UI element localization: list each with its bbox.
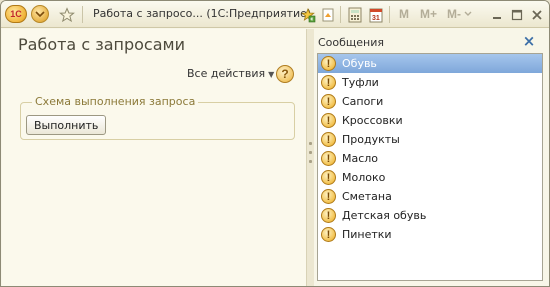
history-button[interactable] <box>319 5 337 24</box>
chevron-down-icon[interactable] <box>464 11 472 17</box>
close-window-button[interactable] <box>529 7 545 22</box>
help-button[interactable]: ? <box>276 65 294 83</box>
message-text: Продукты <box>342 133 400 146</box>
warning-icon: ! <box>321 56 336 71</box>
warning-icon: ! <box>321 170 336 185</box>
warning-icon: ! <box>321 75 336 90</box>
minimize-icon <box>493 16 501 19</box>
warning-icon: ! <box>321 151 336 166</box>
calculator-button[interactable] <box>346 5 364 24</box>
panel-splitter[interactable] <box>306 29 314 286</box>
maximize-icon <box>511 9 523 20</box>
close-icon <box>532 9 542 20</box>
message-item[interactable]: ! Обувь <box>318 54 542 73</box>
message-item[interactable]: ! Кроссовки <box>318 111 542 130</box>
splitter-grip-icon <box>309 142 312 169</box>
favorites-icon <box>301 7 316 22</box>
svg-text:31: 31 <box>372 15 380 22</box>
calendar-button[interactable]: 31 <box>367 5 385 24</box>
title-bar: 1C Работа с запросо... (1С:Предприятие) <box>1 1 549 28</box>
warning-icon: ! <box>321 227 336 242</box>
warning-icon: ! <box>321 94 336 109</box>
form-title: Работа с запросами <box>18 35 185 54</box>
warning-icon: ! <box>321 208 336 223</box>
message-item[interactable]: ! Детская обувь <box>318 206 542 225</box>
calculator-icon <box>348 7 362 22</box>
memory-button-m[interactable]: M <box>399 7 409 21</box>
group-title: Схема выполнения запроса <box>32 95 199 108</box>
window-title: Работа с запросо... (1С:Предприятие) <box>93 7 312 20</box>
toolbar-separator <box>389 6 390 23</box>
form-panel: Работа с запросами Все действия ▼ ? Схема… <box>2 29 306 286</box>
history-icon <box>322 8 334 21</box>
memory-button-m-minus[interactable]: M- <box>447 7 461 21</box>
close-messages-button[interactable]: × <box>520 32 538 50</box>
message-item[interactable]: ! Молоко <box>318 168 542 187</box>
toolbar-separator <box>82 6 83 23</box>
caret-down-icon: ▼ <box>268 70 275 79</box>
toolbar-separator <box>340 6 341 23</box>
message-text: Сметана <box>342 190 392 203</box>
chevron-down-icon <box>35 11 45 18</box>
star-button[interactable] <box>57 5 77 24</box>
all-actions-label: Все действия <box>187 67 266 80</box>
message-text: Детская обувь <box>342 209 427 222</box>
message-text: Молоко <box>342 171 386 184</box>
memory-button-m-plus[interactable]: M+ <box>420 7 437 21</box>
query-schema-group: Схема выполнения запроса Выполнить <box>20 95 295 140</box>
maximize-button[interactable] <box>509 7 525 22</box>
application-window: 1C Работа с запросо... (1С:Предприятие) <box>0 0 550 287</box>
message-item[interactable]: ! Пинетки <box>318 225 542 244</box>
message-item[interactable]: ! Продукты <box>318 130 542 149</box>
message-text: Пинетки <box>342 228 392 241</box>
message-text: Кроссовки <box>342 114 403 127</box>
message-item[interactable]: ! Сметана <box>318 187 542 206</box>
messages-list[interactable]: ! Обувь! Туфли! Сапоги! Кроссовки! Продукты! М… <box>317 53 543 281</box>
message-item[interactable]: ! Туфли <box>318 73 542 92</box>
all-actions-menu[interactable]: Все действия ▼ <box>187 67 274 80</box>
app-logo-icon[interactable]: 1C <box>5 5 27 23</box>
minimize-button[interactable] <box>489 7 505 22</box>
message-item[interactable]: ! Масло <box>318 149 542 168</box>
star-icon <box>59 6 75 22</box>
message-text: Сапоги <box>342 95 384 108</box>
message-text: Обувь <box>342 57 377 70</box>
messages-panel: Сообщения × ! Обувь! Туфли! Сапоги! Кроссовк… <box>314 29 549 286</box>
warning-icon: ! <box>321 113 336 128</box>
message-text: Масло <box>342 152 379 165</box>
message-text: Туфли <box>342 76 379 89</box>
calendar-icon: 31 <box>369 8 383 22</box>
messages-title: Сообщения <box>318 36 385 49</box>
warning-icon: ! <box>321 132 336 147</box>
main-menu-button[interactable] <box>31 5 49 23</box>
message-item[interactable]: ! Сапоги <box>318 92 542 111</box>
favorites-button[interactable] <box>299 5 317 24</box>
warning-icon: ! <box>321 189 336 204</box>
execute-button[interactable]: Выполнить <box>26 115 107 135</box>
